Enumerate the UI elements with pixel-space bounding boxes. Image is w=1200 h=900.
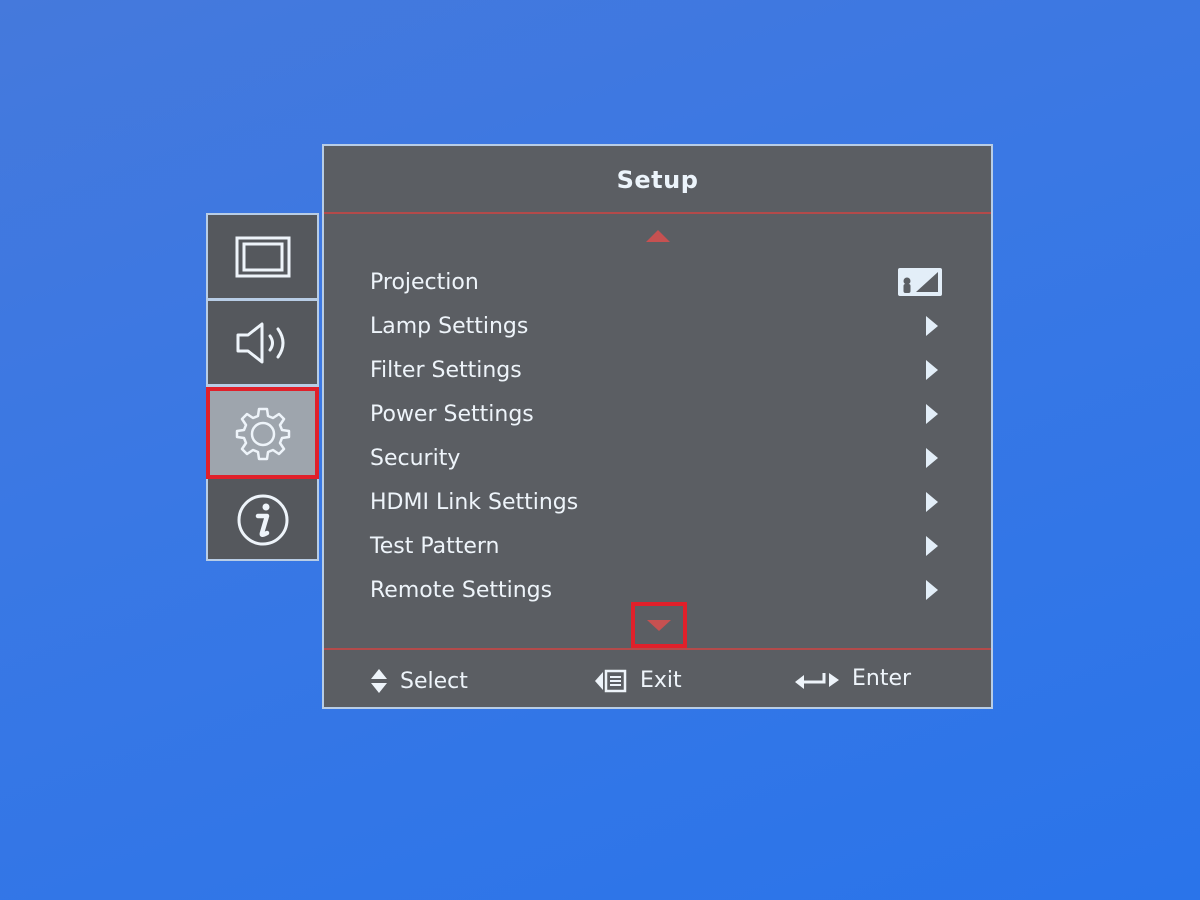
chevron-right-icon [926, 536, 938, 556]
footer-hints: Select Exit Enter [324, 656, 991, 706]
menu-item-label: Filter Settings [370, 357, 522, 383]
menu-item-label: Test Pattern [370, 533, 500, 559]
footer-divider [324, 648, 991, 650]
display-icon [235, 236, 290, 277]
chevron-right-icon [926, 360, 938, 380]
speaker-icon [236, 322, 284, 363]
triangle-up-icon[interactable] [646, 230, 670, 242]
tab-info[interactable] [208, 477, 317, 563]
menu-item-hdmi-link-settings[interactable]: HDMI Link Settings [370, 480, 940, 524]
menu-item-lamp-settings[interactable]: Lamp Settings [370, 304, 940, 348]
setup-panel: Setup Projection Lamp Settings Filter Se… [322, 144, 993, 709]
header-divider [324, 212, 991, 214]
menu-item-test-pattern[interactable]: Test Pattern [370, 524, 940, 568]
chevron-right-icon [926, 580, 938, 600]
menu-back-icon [595, 669, 627, 692]
chevron-right-icon [926, 404, 938, 424]
tab-audio[interactable] [208, 301, 317, 387]
projection-front-icon [898, 268, 942, 296]
menu-item-label: Power Settings [370, 401, 534, 427]
hint-select-label: Select [400, 668, 468, 694]
gear-icon [235, 407, 290, 461]
up-down-arrows-icon [371, 669, 387, 693]
chevron-right-icon [926, 492, 938, 512]
hint-exit: Exit [594, 668, 682, 693]
menu-item-label: Lamp Settings [370, 313, 529, 339]
menu-item-label: Remote Settings [370, 577, 553, 603]
chevron-right-icon [926, 316, 938, 336]
enter-arrow-icon [795, 672, 839, 689]
menu-item-projection[interactable]: Projection [370, 260, 942, 304]
category-rail [206, 213, 319, 561]
info-icon [237, 494, 288, 546]
page-title: Setup [616, 166, 699, 194]
menu-item-filter-settings[interactable]: Filter Settings [370, 348, 940, 392]
menu-item-security[interactable]: Security [370, 436, 940, 480]
menu-item-power-settings[interactable]: Power Settings [370, 392, 940, 436]
hint-select: Select [370, 668, 468, 694]
triangle-down-icon [647, 619, 671, 631]
chevron-right-icon [926, 448, 938, 468]
hint-enter-label: Enter [852, 666, 912, 691]
menu-item-label: Projection [370, 269, 479, 295]
menu-list: Projection Lamp Settings Filter Settings… [370, 260, 942, 612]
menu-item-label: Security [370, 445, 461, 471]
menu-item-label: HDMI Link Settings [370, 489, 579, 515]
tab-setup[interactable] [206, 387, 319, 479]
scroll-down-button[interactable] [631, 602, 687, 648]
hint-enter: Enter [794, 666, 911, 691]
tab-display[interactable] [208, 215, 317, 301]
hint-exit-label: Exit [640, 668, 682, 693]
